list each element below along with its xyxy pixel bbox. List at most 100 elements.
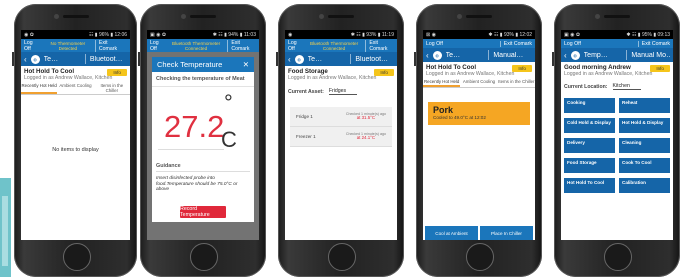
tab-ambient-cooling[interactable]: Ambient Cooling — [57, 82, 93, 94]
temperature-readout: 27.2 — [164, 109, 225, 144]
tab-ambient-cooling[interactable]: Ambient Cooling — [460, 78, 497, 87]
volume-button — [276, 52, 278, 66]
speaker — [62, 15, 89, 18]
task-hot-hold-to-cool-button[interactable]: Hot Hold To Cool — [564, 178, 615, 193]
back-icon[interactable]: ‹ — [288, 55, 291, 64]
status-bar: ◉ ✿ ☷ ▮ 96% ▮ 12:06 — [21, 30, 130, 39]
task-cook-to-cool-button[interactable]: Cook To Cool — [619, 158, 670, 173]
exit-button[interactable]: Exit Comark — [94, 39, 127, 52]
phone-screen: ◉ ✿ ☷ ▮ 96% ▮ 12:06 Log Off No Thermomet… — [21, 30, 130, 240]
nav-title-secondary[interactable]: Manual… — [493, 52, 532, 59]
asset-status: Checked 1 minute(s) ago at 24.1°C — [346, 132, 386, 141]
logoff-button[interactable]: Log Off — [564, 41, 581, 47]
probe-status: Bluetooth Thermometer Connected — [171, 40, 221, 51]
nav-title: Temp… — [583, 51, 608, 59]
logoff-button[interactable]: Log Off — [288, 40, 303, 52]
task-cleaning-button[interactable]: Cleaning — [619, 138, 670, 153]
dialog-title: Check Temperature — [157, 60, 223, 69]
exit-button[interactable]: Exit Comark — [365, 39, 394, 52]
asset-select[interactable]: Fridges — [328, 88, 357, 95]
list-item[interactable]: Fridge 1 Checked 1 minute(s) ago at 31.5… — [290, 107, 392, 127]
app-bar: Log Off Bluetooth Thermometer Connected … — [147, 39, 259, 52]
nav-title-secondary[interactable]: Bluetoot… — [90, 56, 127, 63]
back-icon[interactable]: ‹ — [24, 55, 27, 64]
status-icons-right: ✱ ☷ ▮ 94% ▮ 11:03 — [212, 31, 256, 38]
logo-icon: ◍ — [294, 54, 304, 64]
task-delivery-button[interactable]: Delivery — [564, 138, 615, 153]
logoff-button[interactable]: Log Off — [426, 41, 443, 47]
probe-status: Bluetooth Thermometer Connected — [309, 40, 359, 51]
task-cooking-button[interactable]: Cooking — [564, 98, 615, 113]
nav-bar: ‹ ◍ Temp… Manual Mo… — [561, 48, 673, 62]
record-temperature-button[interactable]: Record Temperature — [180, 206, 226, 218]
phone-screen: ▣ ◉ ✿ ✱ ☷ ▮ 95% ▮ 09:13 Log Off Exit Com… — [561, 30, 673, 240]
app-bar: Log Off No Thermometer Detected Exit Com… — [21, 39, 130, 52]
task-cold-hold-button[interactable]: Cold Hold & Display — [564, 118, 615, 133]
divider — [84, 54, 86, 64]
exit-button[interactable]: Exit Comark — [499, 40, 532, 47]
nav-title-secondary[interactable]: Bluetoot… — [355, 56, 394, 63]
divider — [626, 50, 628, 60]
asset-list: Fridge 1 Checked 1 minute(s) ago at 31.5… — [290, 107, 392, 147]
exit-button[interactable]: Exit Comark — [637, 40, 670, 47]
task-grid: Cooking Reheat Cold Hold & Display Hot H… — [561, 92, 673, 193]
app-bar: Log Off Exit Comark — [423, 39, 535, 48]
tab-items-in-chiller[interactable]: Items in the Chiller — [498, 78, 535, 87]
status-icons-right: ✱ ☷ ▮ 95% ▮ 09:13 — [626, 31, 670, 38]
background-accent-light — [2, 196, 8, 266]
status-icons-right: ☷ ▮ 96% ▮ 12:06 — [88, 31, 127, 38]
task-food-storage-button[interactable]: Food Storage — [564, 158, 615, 173]
status-icons-left: ⊠ ◉ — [426, 31, 436, 38]
list-item[interactable]: Freezer 1 Checked 1 minute(s) ago at 24.… — [290, 127, 392, 147]
location-select[interactable]: Kitchen — [612, 83, 641, 90]
status-bar: ◉ ✱ ☷ ▮ 93% ▮ 11:19 — [285, 30, 397, 39]
item-card[interactable]: Pork Cooled to 49.0°C at 12:02 — [428, 102, 530, 125]
nav-title-secondary[interactable]: Manual Mo… — [631, 52, 670, 59]
tab-bar: Recently Hot Held Ambient Cooling Items … — [21, 82, 130, 95]
speaker — [190, 15, 216, 18]
logo-icon: ◍ — [570, 50, 580, 60]
speaker — [466, 15, 492, 18]
tab-recently-hot-held[interactable]: Recently Hot Held — [21, 82, 58, 94]
info-button[interactable]: Info — [512, 65, 532, 72]
exit-button[interactable]: Exit Comark — [227, 39, 256, 52]
info-button[interactable]: Info — [374, 69, 394, 76]
status-bar: ⊠ ◉ ✱ ☷ ▮ 93% ▮ 12:02 — [423, 30, 535, 39]
task-reheat-button[interactable]: Reheat — [619, 98, 670, 113]
status-icons-left: ▣ ◉ ✿ — [564, 31, 581, 38]
volume-button — [12, 52, 14, 66]
task-hot-hold-display-button[interactable]: Hot Hold & Display — [619, 118, 670, 133]
degree-symbol: ° — [224, 90, 233, 115]
asset-temperature: at 31.5°C — [356, 115, 376, 121]
empty-message: No items to display — [52, 147, 99, 153]
nav-bar: ‹ ◍ Te… Bluetoot… — [21, 52, 130, 66]
camera — [53, 14, 59, 19]
dialog-header: Check Temperature ✕ — [152, 57, 254, 72]
home-button — [62, 243, 91, 271]
place-in-chiller-button[interactable]: Place In Chiller — [480, 226, 533, 240]
tab-items-in-chiller[interactable]: Items in the Chiller — [94, 82, 130, 94]
info-button[interactable]: Info — [650, 65, 670, 72]
logoff-button[interactable]: Log Off — [24, 40, 41, 52]
asset-name: Fridge 1 — [296, 113, 313, 119]
task-calibration-button[interactable]: Calibration — [619, 178, 670, 193]
info-button[interactable]: Info — [107, 69, 127, 76]
back-icon[interactable]: ‹ — [426, 51, 429, 60]
camera — [181, 14, 186, 19]
camera — [319, 14, 324, 19]
logoff-button[interactable]: Log Off — [150, 40, 165, 52]
volume-button — [138, 52, 140, 66]
close-icon[interactable]: ✕ — [243, 60, 249, 69]
nav-title: Te… — [307, 55, 323, 63]
app-bar: Log Off Bluetooth Thermometer Connected … — [285, 39, 397, 52]
back-icon[interactable]: ‹ — [564, 51, 567, 60]
status-icons-right: ✱ ☷ ▮ 93% ▮ 11:19 — [350, 31, 394, 38]
status-icons-left: ◉ — [288, 31, 293, 38]
tab-bar: Recently Hot Held Ambient Cooling Items … — [423, 78, 535, 88]
divider — [156, 171, 250, 172]
guidance-label: Guidance — [156, 163, 181, 169]
tab-recently-hot-held[interactable]: Recently Hot Held — [423, 78, 461, 87]
logo-icon: ◍ — [432, 50, 442, 60]
cool-at-ambient-button[interactable]: Cool at Ambient — [425, 226, 478, 240]
checking-text: Checking the temperature of Meat — [152, 72, 254, 87]
